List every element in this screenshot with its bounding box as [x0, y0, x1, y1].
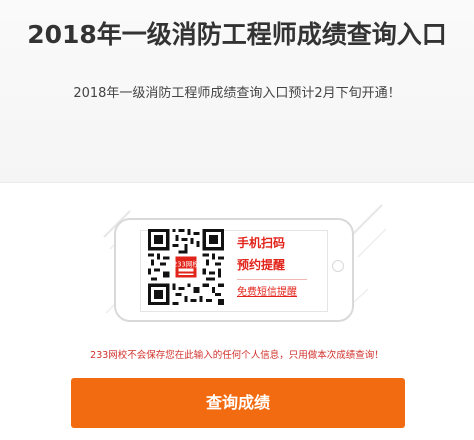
scan-label: 手机扫码	[237, 236, 286, 250]
phone-illustration: 233网校 手机扫码 预约提醒 免费短信提醒	[100, 197, 390, 329]
page-title: 2018年一级消防工程师成绩查询入口	[27, 20, 447, 49]
reminder-label: 预约提醒	[237, 258, 286, 272]
phone-home-button-icon	[332, 260, 344, 272]
qr-promo-text: 手机扫码 预约提醒 免费短信提醒	[237, 232, 307, 298]
privacy-notice: 233网校不会保存您在此输入的任何个人信息，只用做本次成绩查询！	[90, 350, 384, 361]
qr-logo-text: 233网校	[173, 259, 199, 268]
divider	[237, 279, 307, 280]
qr-code-icon[interactable]: 233网校	[148, 229, 224, 305]
header-section: 2018年一级消防工程师成绩查询入口 2018年一级消防工程师成绩查询入口预计2…	[0, 0, 474, 183]
page-subtitle: 2018年一级消防工程师成绩查询入口预计2月下旬开通！	[73, 86, 401, 101]
query-score-button[interactable]: 查询成绩	[71, 378, 405, 428]
page: 2018年一级消防工程师成绩查询入口 2018年一级消防工程师成绩查询入口预计2…	[0, 0, 474, 440]
sms-reminder-link[interactable]: 免费短信提醒	[237, 283, 307, 298]
